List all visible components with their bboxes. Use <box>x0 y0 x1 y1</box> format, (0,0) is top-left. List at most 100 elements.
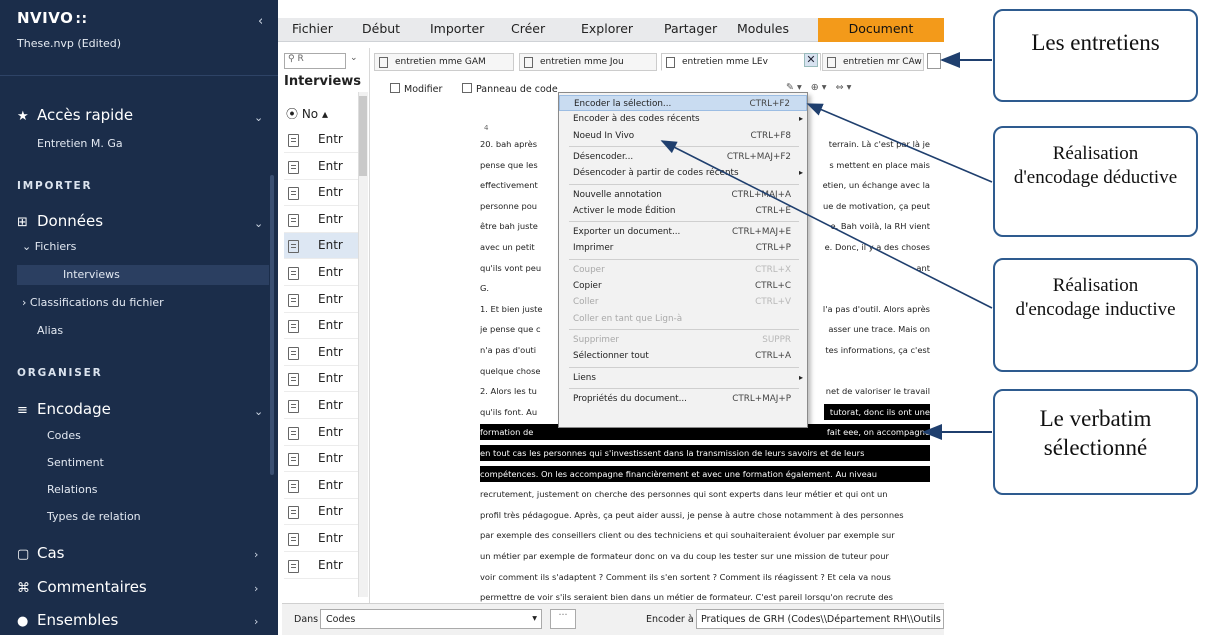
chevron-down-icon[interactable]: ⌄ <box>350 53 358 63</box>
doc-tab-caw[interactable]: entretien mr CAw <box>822 53 924 71</box>
browse-button[interactable]: ··· <box>550 609 576 629</box>
line-text: permettre de voir s'ils seraient bien da… <box>480 592 893 603</box>
tab-document[interactable]: Document <box>818 18 944 42</box>
encoder-input[interactable]: Pratiques de GRH (Codes\\Département RH\… <box>696 609 944 629</box>
sidebar-item-entretien[interactable]: Entretien M. Ga <box>37 137 123 150</box>
sidebar-item-encodage[interactable]: ≡ Encodage <box>17 400 111 418</box>
search-input[interactable]: ⚲ R <box>284 53 346 69</box>
menu-item[interactable]: Désencoder à partir de codes récents ▸ <box>559 165 807 181</box>
document-line[interactable]: recrutement, justement on cherche des pe… <box>480 486 930 502</box>
list-item[interactable]: Entr <box>284 313 358 340</box>
list-item[interactable]: Entr <box>284 340 358 366</box>
list-item[interactable]: Entr <box>284 180 358 207</box>
list-item[interactable]: Entr <box>284 233 358 260</box>
sidebar-item-types-relation[interactable]: Types de relation <box>47 510 141 523</box>
document-line[interactable]: par exemple des conseillers client ou de… <box>480 527 930 543</box>
list-item[interactable]: Entr <box>284 553 358 579</box>
list-item[interactable]: Entr <box>284 366 358 393</box>
sidebar-scrollbar[interactable] <box>270 175 274 475</box>
sidebar-item-fichiers[interactable]: ⌄ Fichiers <box>22 240 76 253</box>
menu-item-label: Exporter un document... <box>573 227 681 238</box>
line-text: un métier par exemple de formateur donc … <box>480 551 889 561</box>
list-item[interactable]: Entr <box>284 207 358 233</box>
chevron-down-icon[interactable]: ⌄ <box>254 405 263 418</box>
chevron-down-icon[interactable]: ⌄ <box>254 111 263 124</box>
menu-item-label: Sélectionner tout <box>573 351 649 362</box>
sidebar-item-ensembles[interactable]: ● Ensembles <box>17 611 118 629</box>
menu-item[interactable]: Encoder la sélection... CTRL+F2 <box>559 95 807 111</box>
sidebar-item-classifications[interactable]: › Classifications du fichier <box>22 296 164 309</box>
sidebar-item-codes[interactable]: Codes <box>47 429 81 442</box>
doc-tab-gam[interactable]: entretien mme GAM <box>374 53 514 71</box>
list-item[interactable]: Entr <box>284 287 358 313</box>
menu-item[interactable]: Activer le mode Édition CTRL+E <box>559 203 807 219</box>
modifier-checkbox[interactable]: Modifier <box>390 83 442 95</box>
menu-item[interactable]: Sélectionner tout CTRL+A <box>559 348 807 364</box>
tab-debut[interactable]: Début <box>362 21 400 36</box>
document-line[interactable]: compétences. On les accompagne financièr… <box>480 465 930 482</box>
menu-item[interactable]: Nouvelle annotation CTRL+MAJ+A <box>559 187 807 203</box>
menu-item[interactable]: Exporter un document... CTRL+MAJ+E <box>559 224 807 240</box>
chevron-right-icon[interactable]: › <box>254 548 258 561</box>
document-line[interactable]: en tout cas les personnes qui s'investis… <box>480 445 930 461</box>
chevron-down-icon[interactable]: ⌄ <box>254 217 263 230</box>
sidebar-item-relations[interactable]: Relations <box>47 483 98 496</box>
document-line[interactable]: profil très pédagogue. Après, ça peut ai… <box>480 507 930 523</box>
menu-item[interactable]: Propriétés du document... CTRL+MAJ+P <box>559 391 807 407</box>
tab-importer[interactable]: Importer <box>430 21 484 36</box>
panneau-checkbox[interactable]: Panneau de code <box>462 83 558 95</box>
tab-overflow-icon[interactable] <box>927 53 941 69</box>
list-item[interactable]: Entr <box>284 127 358 153</box>
list-item[interactable]: Entr <box>284 260 358 286</box>
menu-item[interactable]: Imprimer CTRL+P <box>559 240 807 256</box>
menu-item[interactable]: Couper CTRL+X <box>559 262 807 278</box>
sidebar-item-acces-rapide[interactable]: ★ Accès rapide <box>17 106 133 124</box>
section-importer: IMPORTER <box>17 180 93 192</box>
list-item[interactable]: Entr <box>284 473 358 499</box>
column-header[interactable]: ⦿ No ▴ <box>286 105 328 122</box>
sidebar-item-sentiment[interactable]: Sentiment <box>47 456 104 469</box>
list-item-label: Entr <box>318 477 343 492</box>
menu-item[interactable]: Encoder à des codes récents ▸ <box>559 111 807 127</box>
menu-item[interactable]: Coller en tant que Lign-à <box>559 311 807 327</box>
document-line[interactable]: voir comment ils s'adaptent ? Comment il… <box>480 569 930 585</box>
doc-tab-lev[interactable]: entretien mme LEv <box>661 53 821 71</box>
list-item[interactable]: Entr <box>284 446 358 473</box>
list-item[interactable]: Entr <box>284 499 358 526</box>
tab-modules[interactable]: Modules <box>737 21 789 36</box>
menu-item[interactable]: Coller CTRL+V <box>559 294 807 310</box>
tab-fichier[interactable]: Fichier <box>292 21 333 36</box>
menu-item[interactable]: Copier CTRL+C <box>559 278 807 294</box>
menu-item-shortcut: CTRL+F2 <box>749 99 790 109</box>
line-text-left: être bah juste <box>480 221 538 232</box>
tab-partager[interactable]: Partager <box>664 21 717 36</box>
dans-label: Dans <box>294 614 319 625</box>
close-icon[interactable]: ✕ <box>804 53 818 67</box>
list-scrollbar-thumb[interactable] <box>359 96 367 176</box>
list-item[interactable]: Entr <box>284 420 358 446</box>
menu-item-label: Supprimer <box>573 334 619 345</box>
collapse-sidebar-icon[interactable]: ‹ <box>258 14 263 29</box>
chevron-right-icon[interactable]: › <box>254 615 258 628</box>
list-item-label: Entr <box>318 265 343 279</box>
menu-item[interactable]: Supprimer SUPPR <box>559 332 807 348</box>
document-line[interactable]: un métier par exemple de formateur donc … <box>480 548 930 564</box>
chevron-down-icon: ⌄ <box>22 240 35 253</box>
menu-item-shortcut: CTRL+F8 <box>750 130 791 141</box>
menu-item[interactable]: Noeud In Vivo CTRL+F8 <box>559 128 807 144</box>
list-item[interactable]: Entr <box>284 393 358 419</box>
menu-item[interactable]: Désencoder... CTRL+MAJ+F2 <box>559 149 807 165</box>
sidebar-item-donnees[interactable]: ⊞ Données <box>17 212 103 230</box>
sidebar-item-alias[interactable]: Alias <box>37 324 63 337</box>
menu-item[interactable]: Liens ▸ <box>559 370 807 386</box>
sidebar-item-interviews[interactable]: Interviews <box>63 268 120 281</box>
list-item[interactable]: Entr <box>284 526 358 552</box>
chevron-right-icon[interactable]: › <box>254 582 258 595</box>
sidebar-item-commentaires[interactable]: ⌘ Commentaires <box>17 578 147 596</box>
doc-tab-jou[interactable]: entretien mme Jou <box>519 53 657 71</box>
dans-select[interactable]: Codes ▾ <box>320 609 542 629</box>
list-item[interactable]: Entr <box>284 154 358 180</box>
sidebar-item-cas[interactable]: ▢ Cas <box>17 544 64 562</box>
tab-explorer[interactable]: Explorer <box>581 21 633 36</box>
tab-creer[interactable]: Créer <box>511 21 545 36</box>
